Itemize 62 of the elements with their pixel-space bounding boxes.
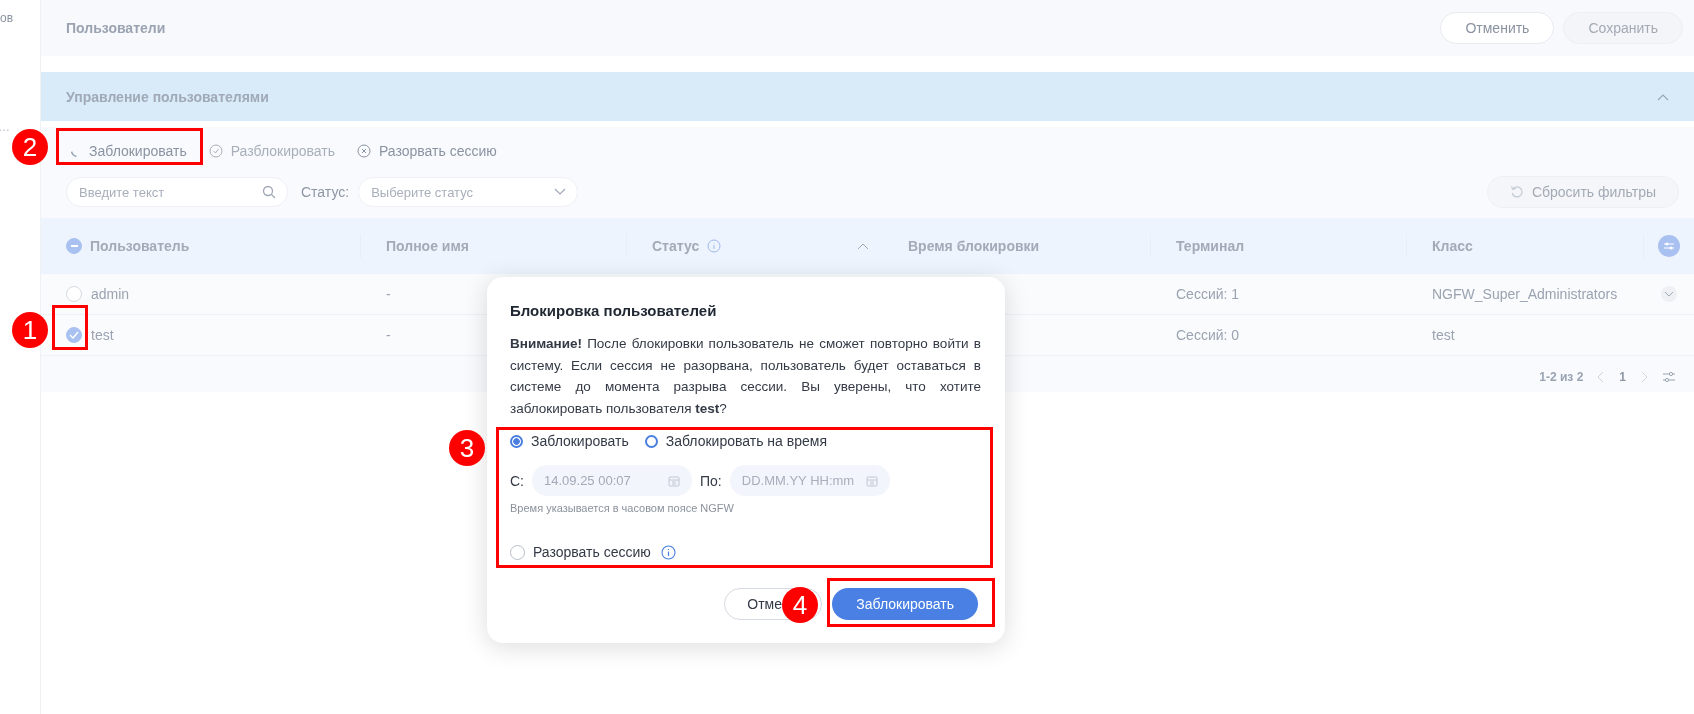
info-icon[interactable] xyxy=(707,239,722,253)
to-label: По: xyxy=(700,472,722,489)
info-icon[interactable] xyxy=(660,544,676,560)
row-checkbox[interactable] xyxy=(66,327,82,343)
page-number[interactable]: 1 xyxy=(1619,370,1626,384)
table-cell: Сессий: 0 xyxy=(1176,327,1240,343)
warning-message: Внимание! После блокировки пользователь не сможет повторно войти в систему. Если сессия не разорвана, пользователь будет оставаться в системе до момента разрыва сессии. Вы уверены, что хотите заблокировать пользователя test? xyxy=(510,335,981,418)
calendar-icon[interactable] xyxy=(865,474,878,487)
toolbar-button[interactable]: Заблокировать xyxy=(63,141,191,161)
table-cell: - xyxy=(386,286,391,302)
break-session-checkbox[interactable]: Разорвать сессию xyxy=(510,544,651,560)
column-header[interactable]: Статус xyxy=(652,238,700,254)
toolbar-button[interactable]: Разорвать сессию xyxy=(353,141,501,161)
select-all-checkbox[interactable] xyxy=(66,238,82,254)
date-field[interactable]: DD.MM.YY HH:mm xyxy=(729,465,890,496)
checkmark-icon xyxy=(69,331,79,339)
row-checkbox[interactable] xyxy=(66,286,82,302)
section-title: Управление пользователями xyxy=(66,88,269,105)
step-badge: 1 xyxy=(12,312,48,348)
page-title: Пользователи xyxy=(66,20,166,36)
section-header[interactable]: Управление пользователями xyxy=(41,72,1694,121)
refresh-icon xyxy=(1509,185,1524,199)
radio-option[interactable]: Заблокировать xyxy=(510,433,629,449)
column-settings-icon[interactable] xyxy=(1658,235,1680,257)
close-circle-icon xyxy=(357,144,371,158)
table-cell: test xyxy=(1432,327,1455,343)
timezone-hint: Время указывается в часовом поясе NGFW xyxy=(510,502,735,514)
from-label: С: xyxy=(510,472,524,489)
column-header[interactable]: Время блокировки xyxy=(908,238,1040,254)
table-cell: NGFW_Super_Administrators xyxy=(1432,286,1618,302)
pagination-range: 1-2 из 2 xyxy=(1539,370,1584,384)
status-label: Статус: xyxy=(301,184,350,200)
table-cell: test xyxy=(91,327,114,343)
sidebar-label: ов xyxy=(0,11,15,25)
table-cell: admin xyxy=(91,286,130,302)
column-header[interactable]: Класс xyxy=(1432,238,1473,254)
column-header[interactable]: Полное имя xyxy=(386,238,469,254)
sort-icon[interactable] xyxy=(857,242,869,250)
reset-filters-button[interactable]: Сбросить фильтры xyxy=(1486,176,1679,208)
check-circle-icon xyxy=(208,144,223,158)
expand-icon[interactable] xyxy=(1661,286,1677,302)
previous-page-icon[interactable] xyxy=(1597,371,1606,383)
highlight-frame xyxy=(52,305,88,350)
column-header[interactable]: Пользователь xyxy=(90,238,190,254)
dialog-title: Блокировка пользователей xyxy=(510,302,718,319)
table-cell: - xyxy=(386,327,391,343)
chevron-down-icon[interactable] xyxy=(554,188,567,196)
status-select[interactable]: Выберите статус xyxy=(358,177,579,207)
search-field[interactable]: Введите текст xyxy=(66,177,288,207)
collapse-icon[interactable] xyxy=(1657,92,1669,101)
next-page-icon[interactable] xyxy=(1640,371,1648,383)
date-field[interactable]: 14.09.25 00:07 xyxy=(532,465,692,496)
header-button[interactable]: Отменить xyxy=(1440,12,1555,44)
block-button[interactable]: Заблокировать xyxy=(832,588,978,620)
radio-option[interactable]: Заблокировать на время xyxy=(644,433,827,449)
calendar-icon[interactable] xyxy=(668,474,680,487)
search-icon[interactable] xyxy=(262,185,276,199)
table-cell: Сессий: 1 xyxy=(1176,286,1240,302)
column-header[interactable]: Терминал xyxy=(1176,238,1245,254)
spinner-icon xyxy=(71,151,77,157)
settings-icon[interactable] xyxy=(1662,371,1676,383)
step-badge: 2 xyxy=(12,129,48,165)
